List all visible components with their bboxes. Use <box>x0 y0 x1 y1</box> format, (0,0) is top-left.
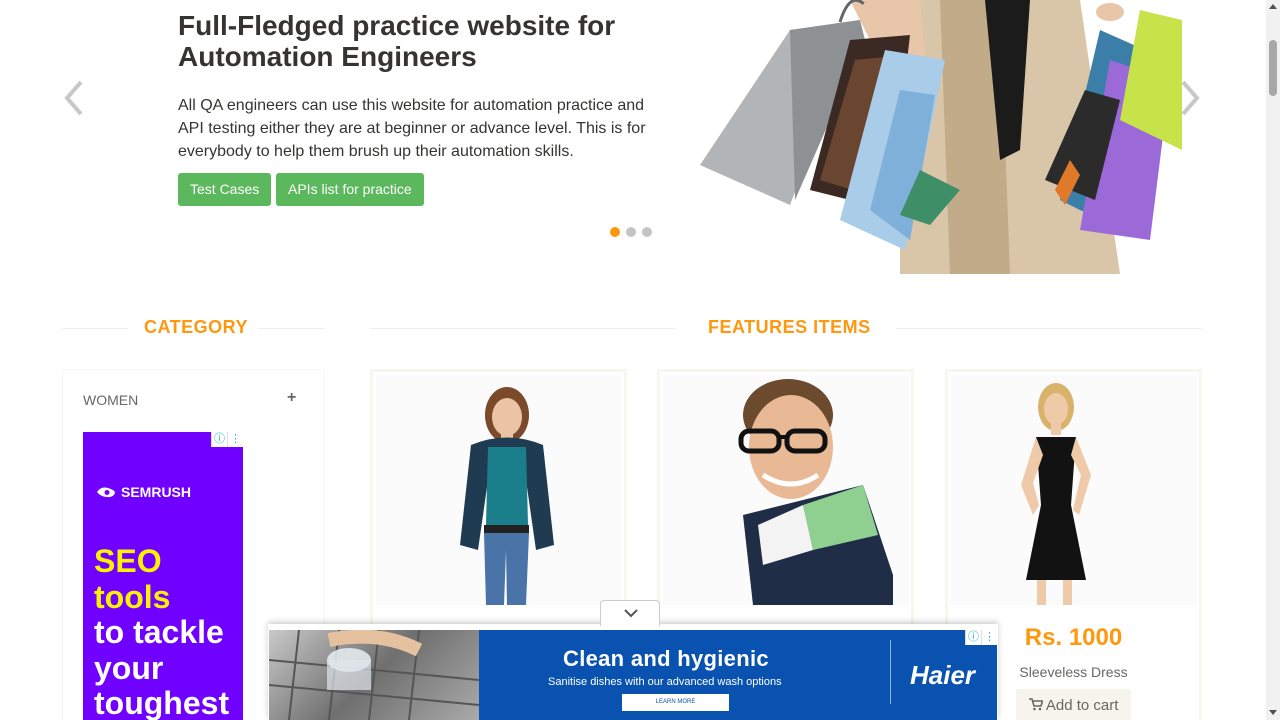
category-title-line-right <box>258 328 325 329</box>
semrush-brand-text: SEMRUSH <box>121 484 192 500</box>
ad-subtext: Sanitise dishes with our advanced wash o… <box>548 676 782 688</box>
product-image-men-tshirt[interactable] <box>663 375 909 605</box>
ad-headline-line-5: toughest <box>94 685 230 720</box>
ad-headline-line-2: tools <box>94 578 171 615</box>
add-to-cart-label: Add to cart <box>1045 697 1119 714</box>
dishwasher-image <box>269 630 480 720</box>
haier-banner-ad[interactable]: Clean and hygienic Sanitise dishes with … <box>269 630 997 720</box>
learn-more-button[interactable]: LEARN MORE <box>622 694 729 711</box>
ad-badges: ⓘ ⋮ <box>211 432 243 447</box>
category-title: CATEGORY <box>144 317 249 337</box>
ad-menu-icon[interactable]: ⋮ <box>227 432 243 447</box>
ad-info-icon[interactable]: ⓘ <box>211 432 227 447</box>
scroll-thumb[interactable] <box>1269 40 1277 96</box>
scroll-down-arrow-icon[interactable] <box>1269 710 1277 715</box>
haier-logo: Haier <box>910 660 976 690</box>
slider-indicators <box>610 227 652 237</box>
bottom-anchor-ad: Clean and hygienic Sanitise dishes with … <box>268 624 998 720</box>
ad-badges: ⓘ ⋮ <box>965 630 997 645</box>
slider-dot-3[interactable] <box>642 227 652 237</box>
test-cases-button[interactable]: Test Cases <box>178 173 272 206</box>
features-items-title: FEATURES ITEMS <box>708 317 871 337</box>
ad-headline: Clean and hygienic <box>563 646 769 671</box>
category-item-women[interactable]: WOMEN <box>83 392 138 408</box>
slider-prev-arrow-icon[interactable] <box>62 78 86 118</box>
ad-collapse-chevron-down-icon[interactable] <box>600 600 660 626</box>
shopping-cart-icon <box>1028 697 1046 714</box>
slider-dot-2[interactable] <box>626 227 636 237</box>
features-title-line-right <box>896 328 1202 329</box>
category-title-line-left <box>62 328 128 329</box>
page-scrollbar[interactable] <box>1266 0 1280 720</box>
hero-description: All QA engineers can use this website fo… <box>178 97 646 160</box>
slider-dot-1[interactable] <box>610 227 620 237</box>
semrush-ad-headline: SEO tools to tackle your toughest <box>94 543 230 720</box>
hero-title: Full-Fledged practice website for Automa… <box>178 10 616 72</box>
features-title-line-left <box>370 328 675 329</box>
add-to-cart-button[interactable]: Add to cart <box>1016 689 1131 720</box>
ad-headline-line-1: SEO <box>94 543 162 579</box>
ad-menu-icon[interactable]: ⋮ <box>981 630 997 645</box>
ad-headline-line-3: to tackle <box>94 614 224 650</box>
scroll-up-arrow-icon[interactable] <box>1269 4 1277 9</box>
product-image-women-top[interactable] <box>376 375 622 605</box>
apis-list-button[interactable]: APIs list for practice <box>276 173 424 206</box>
semrush-flame-icon <box>97 487 115 498</box>
ad-headline-line-4: your <box>94 649 164 686</box>
slider-next-arrow-icon[interactable] <box>1178 78 1202 118</box>
ad-divider <box>890 640 891 704</box>
product-image-sleeveless-dress[interactable] <box>951 375 1197 605</box>
hero-image-shopping-bags <box>700 0 1182 274</box>
hero-slider: Full-Fledged practice website for Automa… <box>0 0 1266 280</box>
ad-info-icon[interactable]: ⓘ <box>965 630 981 645</box>
category-expand-plus-icon[interactable]: + <box>287 389 296 407</box>
semrush-logo: SEMRUSH <box>95 484 191 500</box>
semrush-side-ad[interactable]: ⓘ ⋮ SEMRUSH SEO tools to tackle your tou… <box>83 432 243 720</box>
